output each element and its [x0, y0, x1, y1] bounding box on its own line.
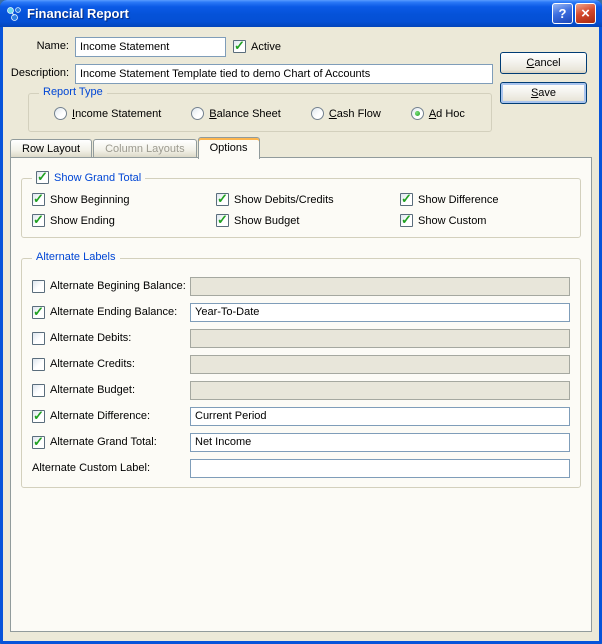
- checkbox-icon: [216, 193, 229, 206]
- radio-ad-hoc[interactable]: Ad Hoc: [411, 107, 465, 120]
- show-beginning-checkbox[interactable]: Show Beginning: [32, 193, 216, 206]
- radio-label: Ad Hoc: [429, 108, 465, 120]
- tab-label: Column Layouts: [105, 143, 185, 155]
- tab-label: Row Layout: [22, 143, 80, 155]
- alt-label: Alternate Grand Total:: [50, 436, 157, 448]
- show-ending-checkbox[interactable]: Show Ending: [32, 214, 216, 227]
- help-icon: ?: [559, 6, 567, 21]
- checkbox-label: Show Beginning: [50, 194, 130, 206]
- checkbox-icon[interactable]: [32, 436, 45, 449]
- show-budget-checkbox[interactable]: Show Budget: [216, 214, 400, 227]
- options-tab-panel: Show Grand Total Show Beginning Show Deb…: [10, 157, 592, 632]
- alt-label: Alternate Debits:: [50, 332, 131, 344]
- alternate-custom-label-input[interactable]: [190, 459, 570, 478]
- radio-icon: [191, 107, 204, 120]
- active-checkbox[interactable]: Active: [233, 40, 281, 53]
- checkbox-label: Show Difference: [418, 194, 499, 206]
- report-type-legend: Report Type: [39, 86, 107, 98]
- alt-label: Alternate Custom Label:: [32, 462, 150, 474]
- alternate-labels-legend: Alternate Labels: [32, 251, 120, 263]
- alt-label: Alternate Begining Balance:: [50, 280, 186, 292]
- alternate-debits-row: Alternate Debits:: [32, 325, 570, 351]
- radio-balance-sheet[interactable]: Balance Sheet: [191, 107, 281, 120]
- checkbox-icon[interactable]: [32, 280, 45, 293]
- show-custom-checkbox[interactable]: Show Custom: [400, 214, 580, 227]
- checkbox-label: Show Debits/Credits: [234, 194, 334, 206]
- alternate-budget-input: [190, 381, 570, 400]
- tab-row-layout[interactable]: Row Layout: [10, 139, 92, 157]
- checkbox-label: Show Budget: [234, 215, 299, 227]
- tab-column-layouts: Column Layouts: [93, 139, 197, 157]
- alternate-ending-balance-input[interactable]: [190, 303, 570, 322]
- checkbox-icon[interactable]: [32, 410, 45, 423]
- show-grand-total-group: Show Grand Total Show Beginning Show Deb…: [21, 178, 581, 238]
- dialog-body: Name: Active Description: Cancel Save Re…: [3, 27, 599, 641]
- cancel-label: Cancel: [526, 57, 560, 69]
- radio-icon-selected: [411, 107, 424, 120]
- checkbox-icon: [216, 214, 229, 227]
- name-input[interactable]: [75, 37, 226, 57]
- show-grand-total-label: Show Grand Total: [54, 172, 141, 184]
- alternate-grand-total-input[interactable]: [190, 433, 570, 452]
- titlebar[interactable]: Financial Report ? ×: [0, 0, 602, 27]
- app-icon: [6, 6, 22, 22]
- alternate-ending-balance-row: Alternate Ending Balance:: [32, 299, 570, 325]
- name-label: Name:: [3, 40, 69, 52]
- checkbox-label: Show Custom: [418, 215, 486, 227]
- radio-label: Income Statement: [72, 108, 161, 120]
- show-grand-total-checkbox[interactable]: Show Grand Total: [36, 171, 141, 184]
- alternate-credits-row: Alternate Credits:: [32, 351, 570, 377]
- checkbox-label: Show Ending: [50, 215, 115, 227]
- alternate-debits-input: [190, 329, 570, 348]
- save-button[interactable]: Save: [500, 82, 587, 104]
- tab-label: Options: [210, 142, 248, 154]
- window-title: Financial Report: [27, 6, 550, 21]
- tab-options[interactable]: Options: [198, 137, 260, 159]
- checkbox-icon: [233, 40, 246, 53]
- radio-icon: [311, 107, 324, 120]
- checkbox-icon[interactable]: [32, 358, 45, 371]
- help-button[interactable]: ?: [552, 3, 573, 24]
- alternate-begining-balance-row: Alternate Begining Balance:: [32, 273, 570, 299]
- close-button[interactable]: ×: [575, 3, 596, 24]
- show-grand-total-legend: Show Grand Total: [32, 171, 145, 184]
- alternate-labels-group: Alternate Labels Alternate Begining Bala…: [21, 258, 581, 488]
- radio-label: Balance Sheet: [209, 108, 281, 120]
- financial-report-dialog: Financial Report ? × Name: Active Descri…: [0, 0, 602, 644]
- show-options-grid: Show Beginning Show Debits/Credits Show …: [32, 193, 580, 227]
- radio-icon: [54, 107, 67, 120]
- alternate-difference-row: Alternate Difference:: [32, 403, 570, 429]
- alt-label: Alternate Budget:: [50, 384, 135, 396]
- alt-label: Alternate Difference:: [50, 410, 150, 422]
- alt-label: Alternate Ending Balance:: [50, 306, 177, 318]
- checkbox-icon: [32, 214, 45, 227]
- checkbox-icon: [32, 193, 45, 206]
- save-label: Save: [531, 87, 556, 99]
- checkbox-icon[interactable]: [32, 306, 45, 319]
- alternate-begining-balance-input: [190, 277, 570, 296]
- report-type-group: Report Type Income Statement Balance She…: [28, 93, 492, 132]
- radio-label: Cash Flow: [329, 108, 381, 120]
- radio-income-statement[interactable]: Income Statement: [54, 107, 161, 120]
- checkbox-icon[interactable]: [32, 332, 45, 345]
- checkbox-icon: [36, 171, 49, 184]
- show-difference-checkbox[interactable]: Show Difference: [400, 193, 580, 206]
- radio-cash-flow[interactable]: Cash Flow: [311, 107, 381, 120]
- alternate-grand-total-row: Alternate Grand Total:: [32, 429, 570, 455]
- alternate-credits-input: [190, 355, 570, 374]
- show-debits-credits-checkbox[interactable]: Show Debits/Credits: [216, 193, 400, 206]
- alternate-budget-row: Alternate Budget:: [32, 377, 570, 403]
- checkbox-icon[interactable]: [32, 384, 45, 397]
- alternate-difference-input[interactable]: [190, 407, 570, 426]
- tabstrip: Row Layout Column Layouts Options: [10, 137, 592, 157]
- checkbox-icon: [400, 214, 413, 227]
- cancel-button[interactable]: Cancel: [500, 52, 587, 74]
- description-input[interactable]: [75, 64, 493, 84]
- description-label: Description:: [3, 67, 69, 79]
- alternate-custom-label-row: Alternate Custom Label:: [32, 455, 570, 481]
- close-icon: ×: [581, 6, 590, 21]
- active-label: Active: [251, 41, 281, 53]
- alt-label: Alternate Credits:: [50, 358, 135, 370]
- checkbox-icon: [400, 193, 413, 206]
